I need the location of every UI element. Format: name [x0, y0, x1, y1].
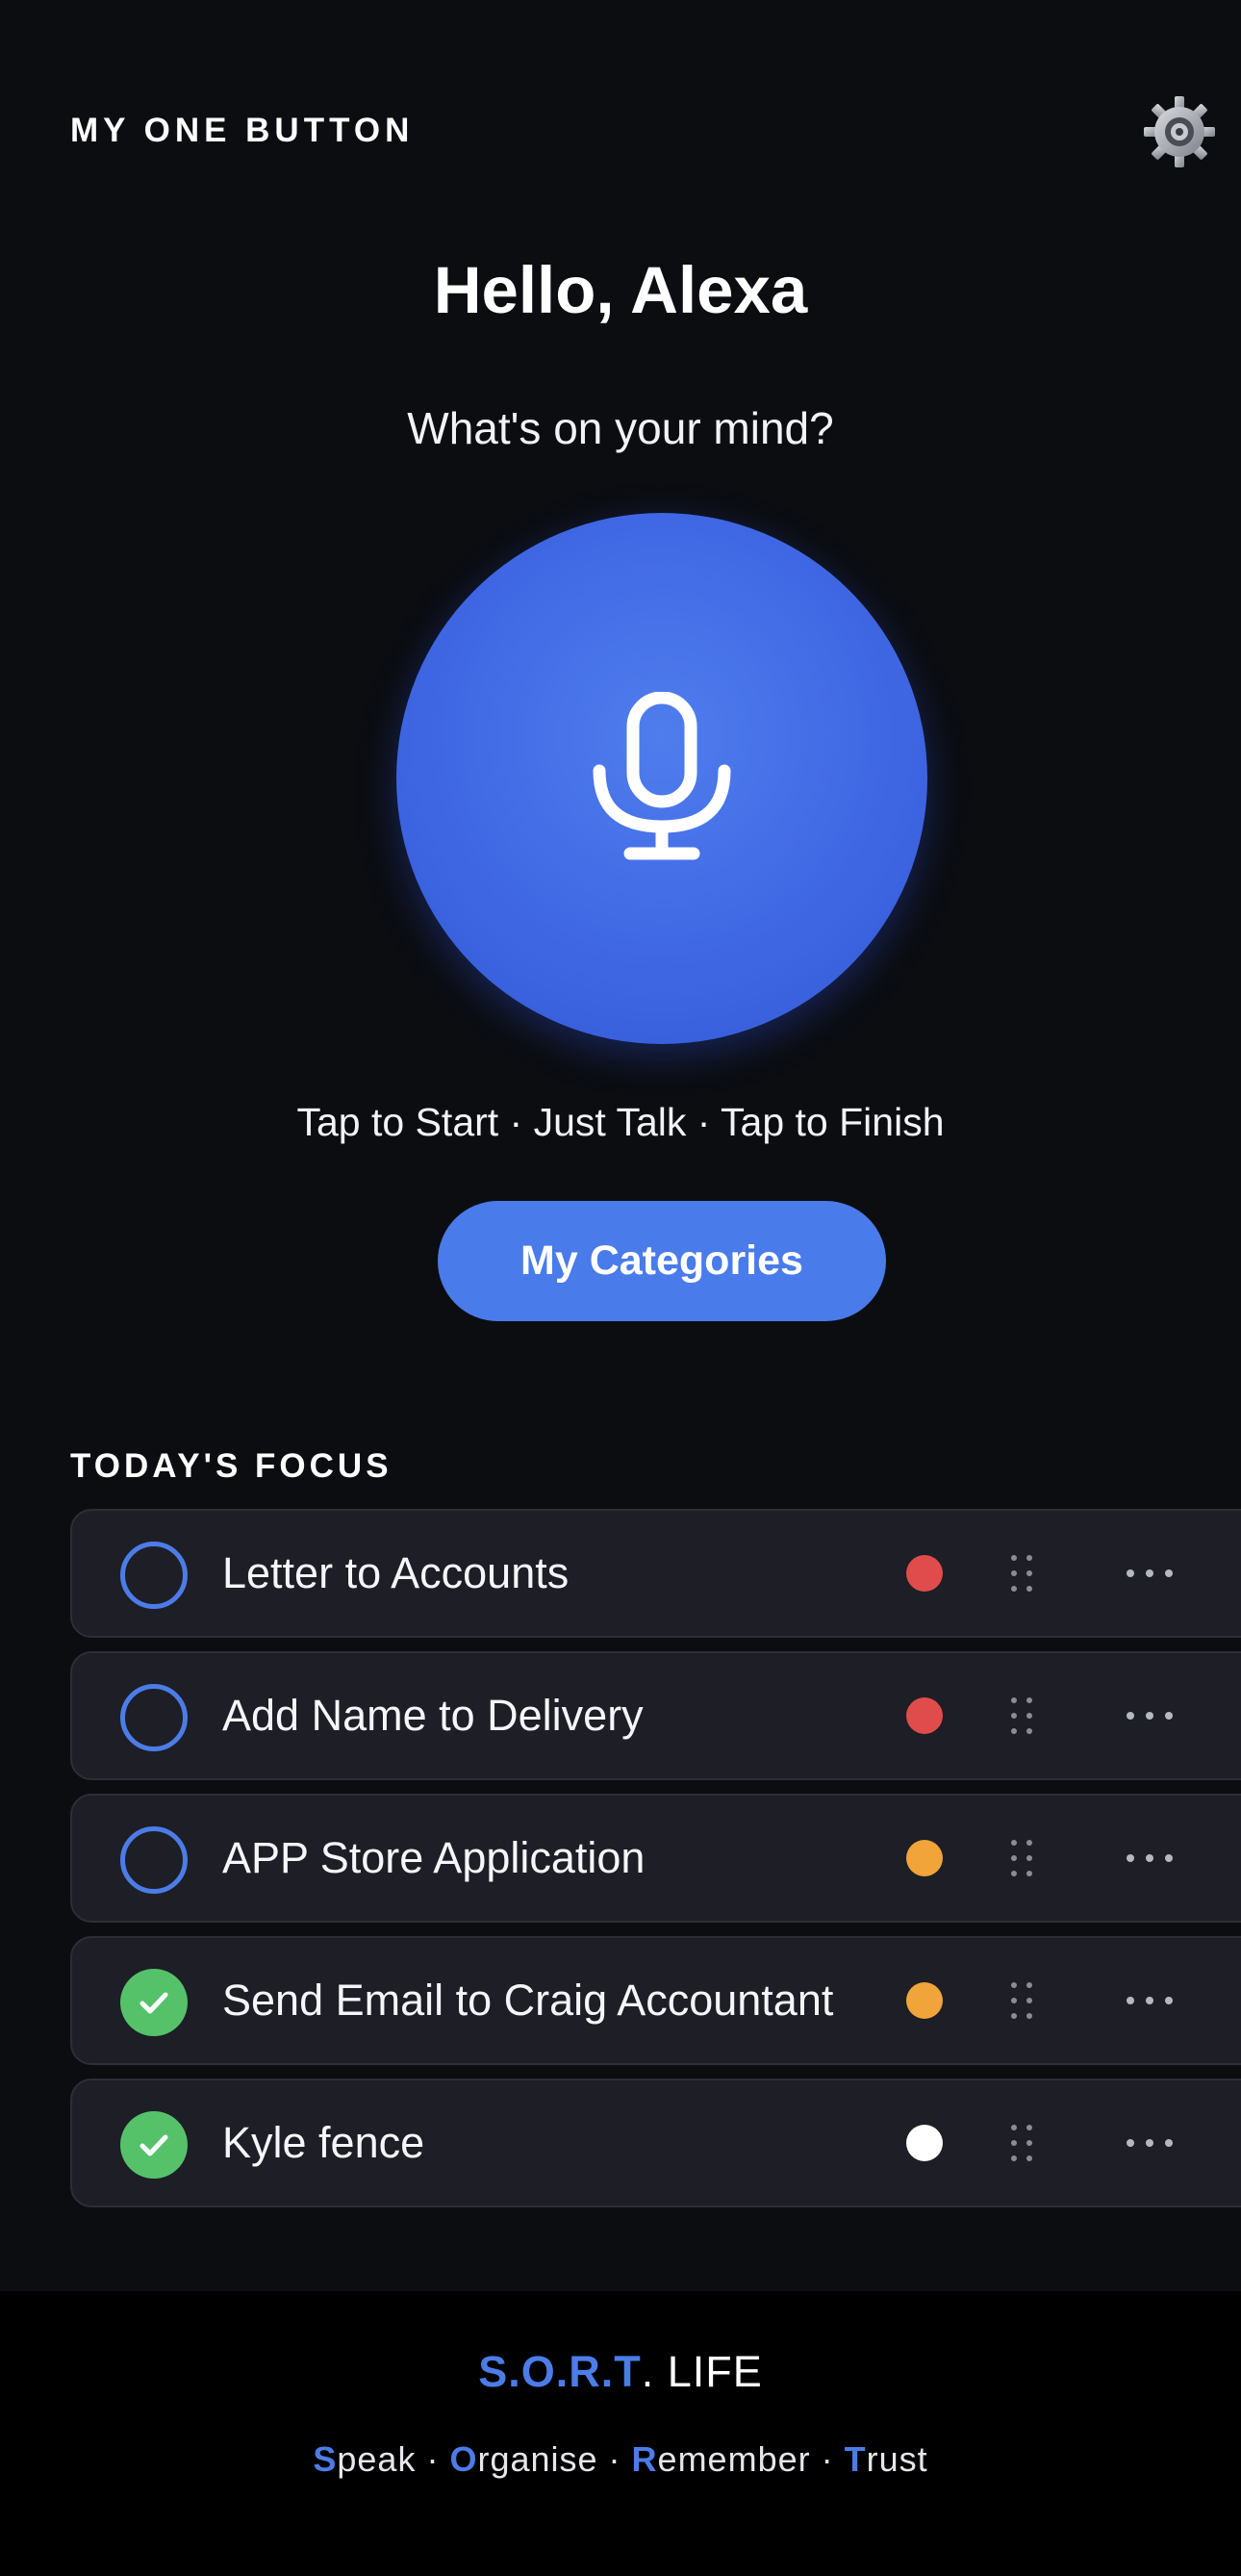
- tagline-word: emember: [657, 2439, 811, 2479]
- brand-dot: .: [555, 2347, 570, 2396]
- tagline-separator: ·: [416, 2439, 450, 2479]
- footer: S.O.R.T. LIFE Speak · Organise · Remembe…: [0, 2291, 1241, 2576]
- task-label: Kyle fence: [222, 2118, 425, 2167]
- drag-handle-icon[interactable]: [1009, 1553, 1034, 1594]
- tagline-initial: O: [449, 2439, 478, 2479]
- tagline-word: rust: [866, 2439, 928, 2479]
- priority-dot: [906, 1982, 943, 2019]
- gear-icon[interactable]: [1141, 93, 1218, 170]
- prompt-text: What's on your mind?: [407, 403, 834, 453]
- checked-circle-icon[interactable]: [120, 1969, 188, 2036]
- brand-letter-r: R: [569, 2347, 601, 2396]
- task-row[interactable]: Add Name to Delivery: [70, 1651, 1241, 1780]
- brand-letter-t: T: [614, 2347, 642, 2396]
- task-label: Send Email to Craig Accountant: [222, 1976, 834, 2025]
- microphone-icon: [593, 692, 731, 860]
- tagline-initial: S: [313, 2439, 338, 2479]
- brand-dot: .: [508, 2347, 521, 2396]
- drag-handle-icon[interactable]: [1009, 2123, 1034, 2163]
- unchecked-circle-icon[interactable]: [120, 1684, 188, 1751]
- more-options-icon[interactable]: [1125, 2127, 1175, 2159]
- app-title: MY ONE BUTTON: [70, 112, 415, 149]
- checked-circle-icon[interactable]: [120, 2111, 188, 2179]
- brand-dot: .: [600, 2347, 615, 2396]
- tagline-word: rganise: [477, 2439, 598, 2479]
- brand-letter-o: O: [520, 2347, 556, 2396]
- priority-dot: [906, 1697, 943, 1734]
- tagline-initial: R: [631, 2439, 658, 2479]
- todays-focus-title: TODAY'S FOCUS: [70, 1447, 393, 1485]
- task-row[interactable]: APP Store Application: [70, 1794, 1241, 1923]
- task-label: Add Name to Delivery: [222, 1691, 644, 1740]
- tagline-initial: T: [844, 2439, 867, 2479]
- more-options-icon[interactable]: [1125, 1557, 1175, 1590]
- task-row[interactable]: Kyle fence: [70, 2079, 1241, 2207]
- drag-handle-icon[interactable]: [1009, 1838, 1034, 1878]
- task-label: APP Store Application: [222, 1833, 646, 1882]
- record-button[interactable]: [396, 513, 927, 1044]
- brand-name: S.O.R.T. LIFE: [0, 2347, 1241, 2397]
- my-categories-button[interactable]: My Categories: [438, 1201, 886, 1321]
- task-row[interactable]: Send Email to Craig Accountant: [70, 1936, 1241, 2065]
- brand-letter-s: S: [478, 2347, 509, 2396]
- brand-suffix: . LIFE: [641, 2347, 763, 2396]
- task-label: Letter to Accounts: [222, 1548, 570, 1597]
- task-list: Letter to Accounts Add Name to Delivery AP…: [70, 1509, 1241, 2221]
- unchecked-circle-icon[interactable]: [120, 1542, 188, 1609]
- priority-dot: [906, 1555, 943, 1592]
- instruction-hint: Tap to Start · Just Talk · Tap to Finish: [296, 1100, 945, 1144]
- priority-dot: [906, 1840, 943, 1876]
- more-options-icon[interactable]: [1125, 1699, 1175, 1732]
- priority-dot: [906, 2125, 943, 2161]
- drag-handle-icon[interactable]: [1009, 1696, 1034, 1736]
- tagline: Speak · Organise · Remember · Trust: [0, 2439, 1241, 2480]
- tagline-separator: ·: [810, 2439, 845, 2479]
- tagline-word: peak: [337, 2439, 417, 2479]
- greeting: Hello, Alexa: [433, 253, 808, 327]
- drag-handle-icon[interactable]: [1009, 1980, 1034, 2021]
- unchecked-circle-icon[interactable]: [120, 1826, 188, 1894]
- more-options-icon[interactable]: [1125, 1984, 1175, 2017]
- task-row[interactable]: Letter to Accounts: [70, 1509, 1241, 1638]
- home-screen: MY ONE BUTTON Hello, Alexa What's on you…: [0, 0, 1241, 2576]
- more-options-icon[interactable]: [1125, 1842, 1175, 1875]
- tagline-separator: ·: [597, 2439, 632, 2479]
